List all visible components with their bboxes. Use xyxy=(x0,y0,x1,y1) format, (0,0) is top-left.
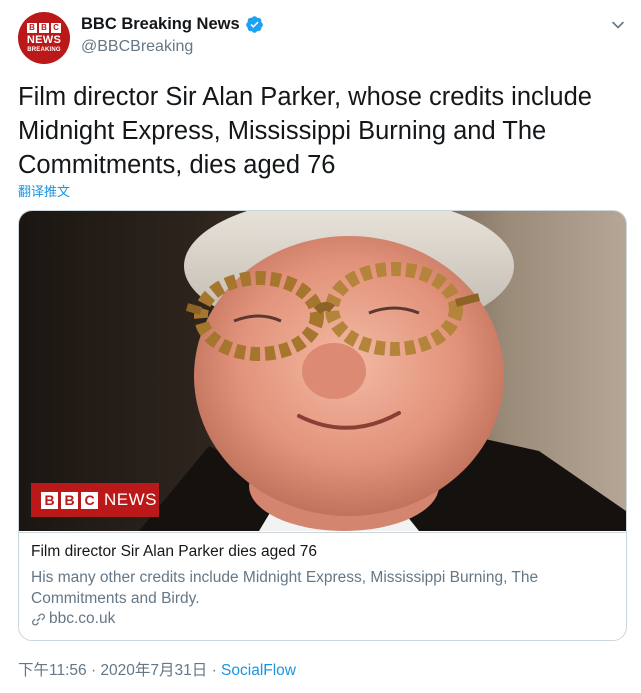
avatar-block-b2: B xyxy=(39,22,49,33)
card-body: Film director Sir Alan Parker dies aged … xyxy=(19,532,626,627)
logo-news-word: NEWS xyxy=(104,490,157,509)
verified-badge-icon xyxy=(245,16,263,33)
handle[interactable]: @BBCBreaking xyxy=(81,38,193,56)
tweet-source-link[interactable]: SocialFlow xyxy=(221,662,296,679)
avatar-news-text: NEWS xyxy=(26,33,62,46)
avatar-block-b1: B xyxy=(27,22,37,33)
card-domain: bbc.co.uk xyxy=(31,610,115,628)
logo-block-b2: B xyxy=(61,491,78,509)
card-domain-text: bbc.co.uk xyxy=(49,610,116,627)
chevron-down-icon[interactable] xyxy=(611,18,625,32)
link-card[interactable]: B B C NEWS Film director Sir Alan Parker… xyxy=(18,210,627,641)
link-icon xyxy=(32,613,45,625)
logo-block-b1: B xyxy=(41,491,58,509)
tweet: B B C NEWS BREAKING BBC Breaking News @B… xyxy=(0,0,641,693)
avatar-breaking-text: BREAKING xyxy=(27,46,61,53)
tweet-timestamp[interactable]: 下午11:56 · 2020年7月31日 xyxy=(18,662,207,679)
card-image: B B C NEWS xyxy=(19,211,626,531)
translate-tweet-link[interactable]: 翻译推文 xyxy=(18,181,70,200)
avatar[interactable]: B B C NEWS BREAKING xyxy=(18,12,70,64)
card-title: Film director Sir Alan Parker dies aged … xyxy=(31,543,318,560)
avatar-bbc-blocks: B B C xyxy=(27,22,61,33)
logo-block-c: C xyxy=(81,491,98,509)
card-description: His many other credits include Midnight … xyxy=(31,569,539,607)
avatar-block-c: C xyxy=(51,22,61,33)
tweet-meta: 下午11:56 · 2020年7月31日 · SocialFlow xyxy=(18,658,296,680)
bbc-news-logo: B B C NEWS xyxy=(31,483,159,517)
display-name-text: BBC Breaking News xyxy=(81,15,240,33)
meta-separator: · xyxy=(207,662,222,679)
tweet-text: Film director Sir Alan Parker, whose cre… xyxy=(18,83,592,179)
display-name[interactable]: BBC Breaking News xyxy=(81,15,264,34)
